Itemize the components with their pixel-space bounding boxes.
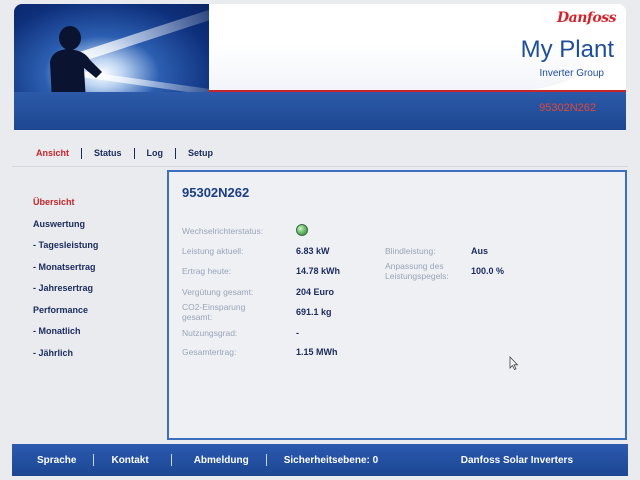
sidebar-item-tagesleistung[interactable]: - Tagesleistung <box>33 239 153 261</box>
page: Danfoss My Plant Inverter Group 95302N26… <box>0 0 640 480</box>
nav-separator <box>175 147 177 159</box>
footer-separator <box>170 454 172 466</box>
field-value-verguetung: 204 Euro <box>296 287 335 297</box>
field-value-blindleistung: Aus <box>471 246 489 256</box>
sidebar: Übersicht Auswertung - Tagesleistung - M… <box>33 196 153 368</box>
danfoss-logo: Danfoss <box>556 10 617 26</box>
footer-separator <box>93 454 95 466</box>
field-label-nutzungsgrad: Nutzungsgrad: <box>182 328 238 338</box>
tab-log[interactable]: Log <box>147 148 164 158</box>
field-label-leistungspegel: Anpassung des Leistungspegels: <box>385 261 449 281</box>
nav-separator <box>133 147 135 159</box>
footer-sprache-link[interactable]: Sprache <box>37 455 76 466</box>
field-label-gesamtertrag: Gesamtertrag: <box>182 347 237 357</box>
tab-setup[interactable]: Setup <box>188 148 213 158</box>
sidebar-item-jahresertrag[interactable]: - Jahresertrag <box>33 282 153 304</box>
page-subtitle: Inverter Group <box>539 68 604 79</box>
footer-separator <box>265 454 267 466</box>
sidebar-item-performance[interactable]: Performance <box>33 304 153 326</box>
status-ok-icon <box>296 224 308 236</box>
status-label: Wechselrichterstatus: <box>182 226 264 236</box>
field-label-leistung: Leistung aktuell: <box>182 246 244 256</box>
footer-brand: Danfoss Solar Inverters <box>460 454 573 466</box>
mouse-pointer-icon <box>509 356 519 370</box>
sidebar-item-uebersicht[interactable]: Übersicht <box>33 196 153 218</box>
nav-divider <box>12 166 628 167</box>
field-label-co2: CO2-Einsparung gesamt: <box>182 302 246 322</box>
footer-kontakt-link[interactable]: Kontakt <box>111 455 148 466</box>
footer-abmeldung-link[interactable]: Abmeldung <box>194 455 249 466</box>
tab-status[interactable]: Status <box>94 148 122 158</box>
footer-security-level: Sicherheitsebene: 0 <box>283 454 379 466</box>
nav-separator <box>81 147 83 159</box>
worker-silhouette-icon <box>50 26 102 102</box>
field-value-gesamtertrag: 1.15 MWh <box>296 347 338 357</box>
sidebar-item-auswertung[interactable]: Auswertung <box>33 218 153 240</box>
overview-panel: 95302N262 Wechselrichterstatus: Leistung… <box>167 170 627 440</box>
field-value-leistungspegel: 100.0 % <box>471 266 505 276</box>
sidebar-item-monatlich[interactable]: - Monatlich <box>33 325 153 347</box>
field-value-ertrag-heute: 14.78 kWh <box>296 266 341 276</box>
header-serial: 95302N262 <box>539 102 596 114</box>
header-banner: Danfoss My Plant Inverter Group 95302N26… <box>14 4 626 130</box>
tab-ansicht[interactable]: Ansicht <box>36 148 69 158</box>
sidebar-item-jaehrlich[interactable]: - Jährlich <box>33 347 153 369</box>
footer-bar: Sprache Kontakt Abmeldung Sicherheitsebe… <box>12 444 628 476</box>
page-title: My Plant <box>520 36 614 63</box>
header-band <box>14 92 626 130</box>
field-label-verguetung: Vergütung gesamt: <box>182 287 254 297</box>
field-label-ertrag-heute: Ertrag heute: <box>182 266 232 276</box>
field-value-nutzungsgrad: - <box>296 328 299 338</box>
panel-title: 95302N262 <box>182 185 250 200</box>
field-value-leistung: 6.83 kW <box>296 246 330 256</box>
top-nav: Ansicht Status Log Setup <box>36 146 213 160</box>
sidebar-item-monatsertrag[interactable]: - Monatsertrag <box>33 261 153 283</box>
field-label-blindleistung: Blindleistung: <box>385 246 436 256</box>
field-value-co2: 691.1 kg <box>296 307 332 317</box>
